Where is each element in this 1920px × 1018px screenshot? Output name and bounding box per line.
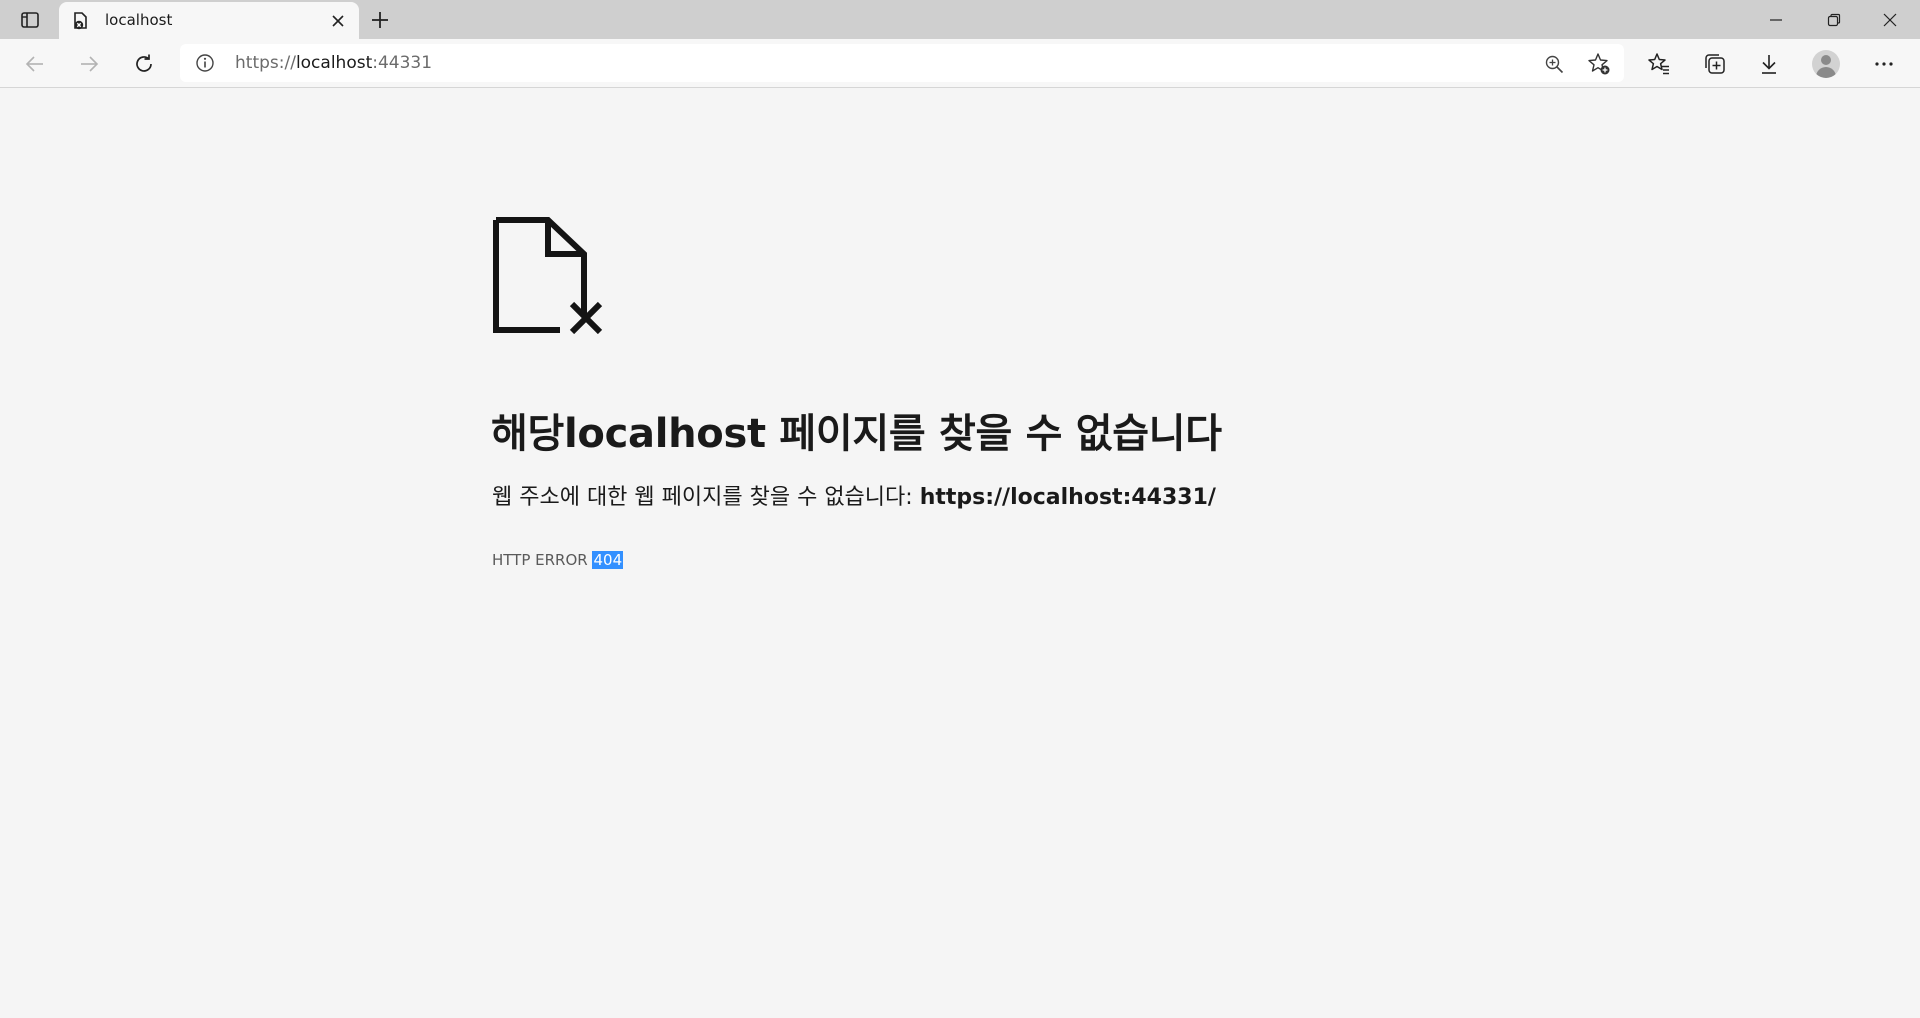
page-content: 해당localhost 페이지를 찾을 수 없습니다 웹 주소에 대한 웹 페이… [0,89,1920,1018]
download-icon [1762,55,1776,74]
window-close-button[interactable] [1862,0,1918,39]
tab-localhost[interactable]: localhost [59,2,359,39]
collections-icon [1705,54,1725,74]
address-bar[interactable]: https://localhost:44331 [180,44,1624,82]
site-info-button[interactable] [194,52,216,74]
close-icon [332,15,344,27]
error-heading: 해당localhost 페이지를 찾을 수 없습니다 [491,411,1222,457]
error-code-number: 404 [592,551,624,569]
page-not-found-icon [493,217,603,334]
avatar [1812,50,1840,78]
back-button[interactable] [18,47,52,81]
refresh-button[interactable] [127,47,161,81]
more-horizontal-icon [1875,62,1893,66]
favorites-button[interactable] [1641,47,1677,81]
error-code: HTTP ERROR 404 [492,551,624,569]
arrow-left-icon [25,56,43,72]
arrow-right-icon [81,56,99,72]
info-icon [196,54,214,72]
restore-icon [1827,13,1841,26]
star-add-icon [1588,53,1610,75]
restore-button[interactable] [1806,0,1862,39]
zoom-button[interactable] [1542,52,1566,76]
error-message: 웹 주소에 대한 웹 페이지를 찾을 수 없습니다: https://local… [492,479,1216,511]
url-port: :44331 [372,53,433,73]
error-code-label: HTTP ERROR [492,551,593,569]
more-menu-button[interactable] [1866,47,1902,81]
minimize-icon [1770,18,1782,21]
collections-button[interactable] [1697,47,1733,81]
error-url: https://localhost:44331/ [919,485,1216,510]
profile-button[interactable] [1808,47,1844,81]
tab-strip: localhost [0,0,1920,39]
favorites-icon [1648,53,1669,75]
minimize-button[interactable] [1748,0,1804,39]
plus-icon [372,12,388,28]
downloads-button[interactable] [1751,47,1787,81]
tab-actions-button[interactable] [12,6,48,34]
new-tab-button[interactable] [366,6,394,34]
tab-title: localhost [105,11,173,29]
close-icon [1883,13,1897,26]
browser-toolbar: https://localhost:44331 [0,39,1920,88]
tab-actions-icon [21,12,39,28]
zoom-in-icon [1545,55,1564,74]
refresh-icon [136,54,152,72]
add-favorite-button[interactable] [1586,51,1612,77]
error-message-text: 웹 주소에 대한 웹 페이지를 찾을 수 없습니다: [492,485,920,510]
forward-button[interactable] [72,47,106,81]
url-scheme: https:// [235,53,296,73]
tab-close-button[interactable] [327,10,349,32]
file-error-icon [74,12,87,30]
url-text: https://localhost:44331 [235,53,432,73]
url-host: localhost [295,53,373,73]
